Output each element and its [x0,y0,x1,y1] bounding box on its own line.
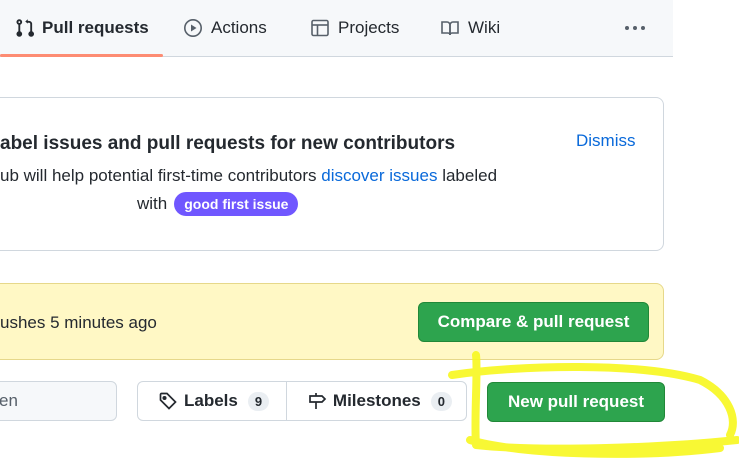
tab-label: Actions [211,18,267,37]
git-pull-request-icon [16,19,34,37]
tab-label: Wiki [468,18,501,37]
tab-pull-requests[interactable]: Pull requests [14,0,149,56]
tab-actions[interactable]: Actions [183,0,267,56]
recent-push-text: ushes 5 minutes ago [0,313,157,332]
milestone-icon [309,393,327,409]
filter-input[interactable]: en [0,381,117,421]
new-pull-request-button[interactable]: New pull request [487,382,665,422]
labels-label: Labels [184,391,238,410]
book-icon [441,21,459,36]
compare-pull-request-button[interactable]: Compare & pull request [418,302,649,342]
tab-wiki[interactable]: Wiki [440,0,500,56]
with-text: with [137,194,168,213]
card-description-line2: with good first issue [137,192,299,216]
milestones-label: Milestones [332,391,421,410]
discover-issues-link[interactable]: discover issues [321,166,437,185]
desc-prefix: ub will help potential first-time contri… [0,166,322,185]
milestones-button[interactable]: Milestones 0 [285,382,466,420]
tab-projects[interactable]: Projects [310,0,399,56]
card-description: ub will help potential first-time contri… [0,166,497,186]
milestones-count: 0 [430,391,452,411]
tab-label: Projects [338,18,400,37]
desc-suffix: labeled [437,166,498,185]
dot [633,26,637,30]
active-tab-underline [0,54,163,57]
labels-milestones-group: Labels 9 Milestones 0 [137,381,467,421]
labels-button[interactable]: Labels 9 [138,382,286,420]
play-icon [184,19,202,37]
labels-count: 9 [247,391,270,411]
tab-label: Pull requests [42,18,149,37]
good-first-issue-label[interactable]: good first issue [174,192,299,216]
repo-tab-bar: Pull requests Actions Projects Wiki [0,0,673,57]
more-menu-button[interactable] [620,16,650,40]
tag-icon [159,392,177,410]
card-title: abel issues and pull requests for new co… [0,133,456,154]
table-icon [311,19,329,37]
dot [625,26,629,30]
dot [641,26,645,30]
dismiss-link[interactable]: Dismiss [576,131,636,151]
